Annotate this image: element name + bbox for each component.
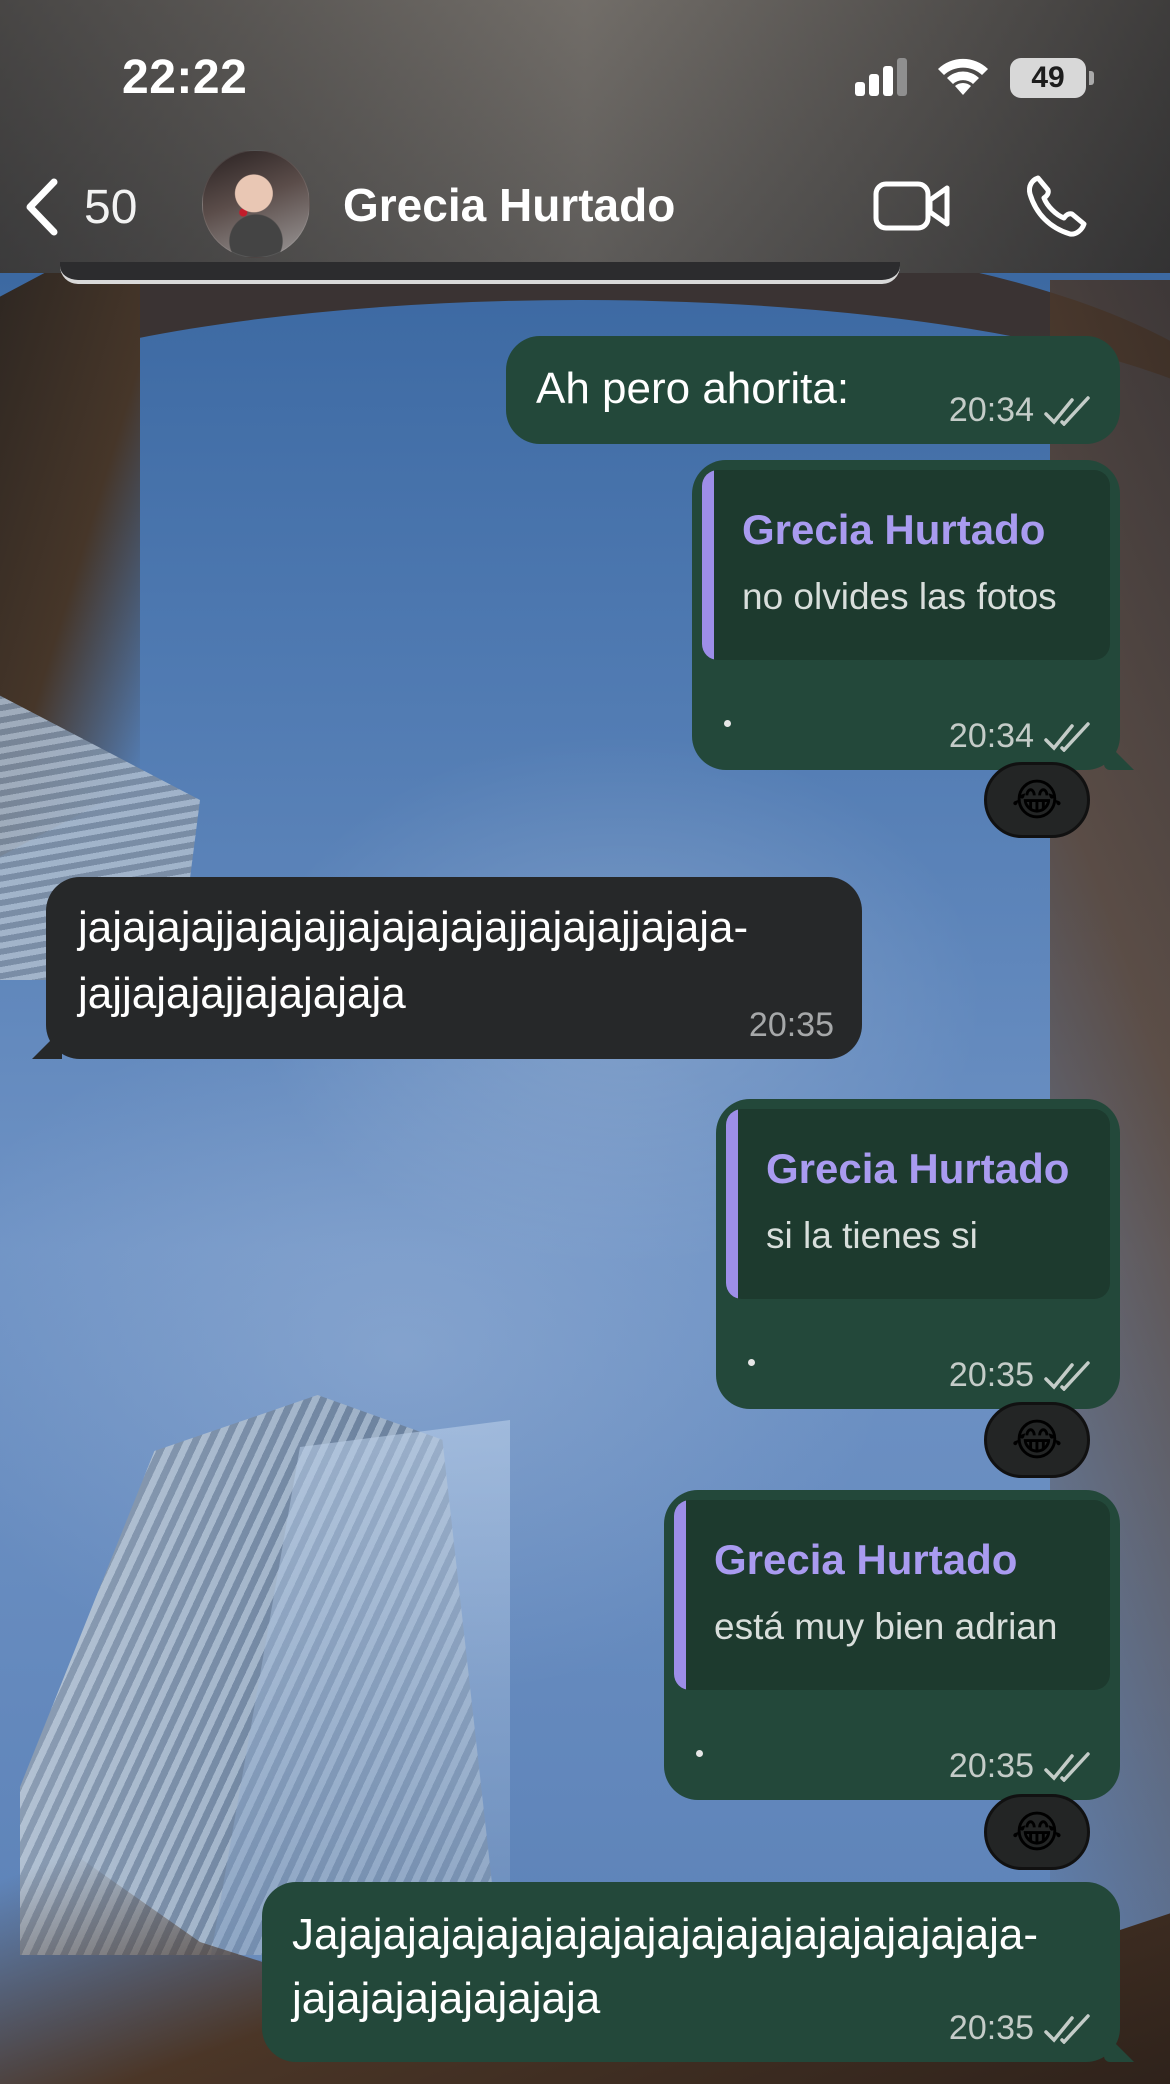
message-time: 20:35 — [948, 1356, 1034, 1394]
message-text-line-2: jajajajajajajajaja — [292, 1974, 601, 2023]
message-time: 20:34 — [948, 717, 1034, 755]
double-check-icon — [1044, 1751, 1090, 1782]
contact-name[interactable]: Grecia Hurtado — [343, 178, 675, 232]
message-meta: 20:34 — [949, 717, 1092, 756]
unread-chats-count: 50 — [84, 180, 138, 234]
video-camera-icon[interactable] — [872, 176, 952, 236]
battery-indicator: 49 — [1010, 58, 1094, 98]
message-time: 20:35 — [948, 1747, 1034, 1785]
previous-message-edge — [60, 262, 900, 284]
incoming-message[interactable]: jajajajajjajajajjajajajajajjajajajjajaja… — [46, 877, 862, 1059]
emoji-reaction[interactable]: 😂 — [984, 1402, 1090, 1478]
quoted-text: está muy bien adrian — [714, 1606, 1058, 1647]
double-check-icon — [1044, 2013, 1090, 2044]
quoted-message[interactable]: Grecia Hurtado si la tienes si — [726, 1109, 1110, 1299]
message-meta: 20:35 — [949, 1747, 1092, 1786]
quoted-message[interactable]: Grecia Hurtado no olvides las fotos — [702, 470, 1110, 660]
wifi-icon — [938, 58, 988, 95]
message-text-line-2: jajjajajajjajajajaja — [78, 969, 406, 1018]
attachment-dot — [696, 1750, 703, 1757]
double-check-icon — [1044, 1360, 1090, 1391]
attachment-dot — [748, 1359, 755, 1366]
message-meta: 20:35 — [749, 1006, 834, 1045]
message-text: Ah pero ahorita: — [536, 364, 850, 413]
emoji-reaction[interactable]: 😂 — [984, 762, 1090, 838]
outgoing-message[interactable]: Jajajajajajajajajajajajajajajajajajajaja… — [262, 1882, 1120, 2062]
message-meta: 20:35 — [949, 1356, 1092, 1395]
message-meta: 20:34 — [949, 391, 1092, 430]
message-time: 20:34 — [948, 391, 1034, 429]
outgoing-message[interactable]: Ah pero ahorita: 20:34 — [506, 336, 1120, 444]
back-button[interactable]: 50 — [22, 172, 137, 242]
quoted-author: Grecia Hurtado — [766, 1145, 1070, 1192]
message-meta: 20:35 — [949, 2009, 1092, 2048]
attachment-dot — [724, 720, 731, 727]
outgoing-reply-message[interactable]: Grecia Hurtado está muy bien adrian 20:3… — [664, 1490, 1120, 1800]
cellular-signal-icon — [855, 58, 907, 96]
chevron-left-icon — [26, 178, 58, 236]
phone-icon[interactable] — [1024, 172, 1090, 238]
quoted-text: si la tienes si — [766, 1215, 978, 1256]
message-time: 20:35 — [948, 2009, 1034, 2047]
contact-avatar[interactable] — [202, 150, 310, 258]
emoji-reaction[interactable]: 😂 — [984, 1794, 1090, 1870]
quoted-author: Grecia Hurtado — [714, 1536, 1018, 1583]
double-check-icon — [1044, 721, 1090, 752]
message-time: 20:35 — [748, 1006, 834, 1044]
outgoing-reply-message[interactable]: Grecia Hurtado no olvides las fotos 20:3… — [692, 460, 1120, 770]
quoted-text: no olvides las fotos — [742, 576, 1057, 617]
double-check-icon — [1044, 395, 1090, 426]
message-text-line-1: jajajajajjajajajjajajajajajjajajajjajaja… — [78, 903, 749, 952]
message-text-line-1: Jajajajajajajajajajajajajajajajajajajaja… — [292, 1910, 1039, 1959]
quoted-author: Grecia Hurtado — [742, 506, 1046, 553]
outgoing-reply-message[interactable]: Grecia Hurtado si la tienes si 20:35 — [716, 1099, 1120, 1409]
status-time: 22:22 — [122, 51, 248, 104]
chat-header: 22:22 49 50 Grecia Hurtado — [0, 0, 1170, 273]
quoted-message[interactable]: Grecia Hurtado está muy bien adrian — [674, 1500, 1110, 1690]
